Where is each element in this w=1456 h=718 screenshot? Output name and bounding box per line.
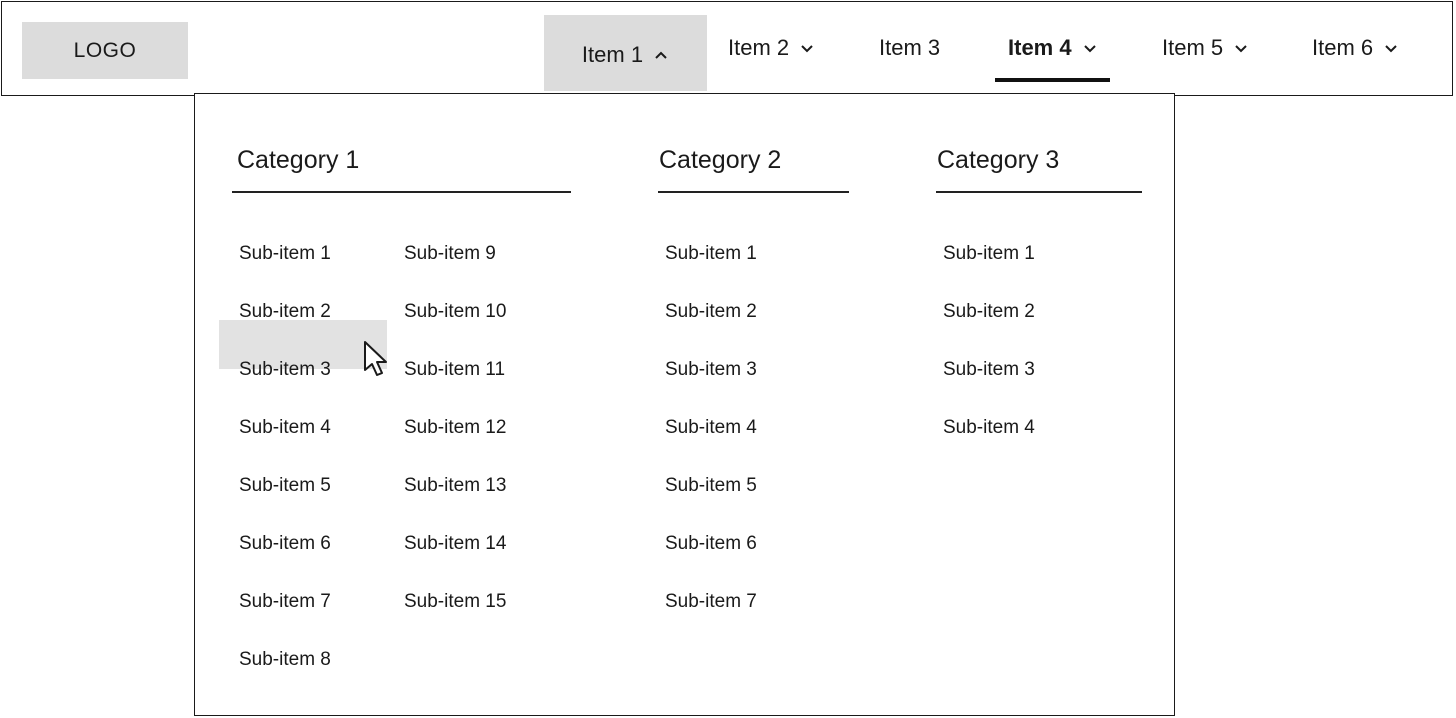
category-2: Category 2 (654, 140, 781, 180)
list-item[interactable]: Sub-item 10 (398, 254, 506, 322)
category-2-column-1: Sub-item 1 Sub-item 2 Sub-item 3 Sub-ite… (659, 225, 757, 631)
nav-item-5-label: Item 5 (1162, 35, 1224, 60)
nav-item-4[interactable]: Item 4 (995, 2, 1110, 94)
nav-item-3[interactable]: Item 3 (879, 2, 940, 94)
category-divider (936, 191, 1142, 193)
list-item[interactable]: Sub-item 9 (398, 196, 506, 264)
list-item[interactable]: Sub-item 1 (937, 196, 1035, 264)
nav-item-5[interactable]: Item 5 (1162, 2, 1249, 94)
nav-item-1-label: Item 1 (581, 41, 644, 67)
nav-item-2[interactable]: Item 2 (728, 2, 815, 94)
list-item[interactable]: Sub-item 1 (233, 196, 331, 264)
list-item[interactable]: Sub-item 8 (233, 602, 331, 670)
list-item[interactable]: Sub-item 4 (659, 370, 757, 438)
list-item[interactable]: Sub-item 12 (398, 370, 506, 438)
list-item[interactable]: Sub-item 3 (937, 312, 1035, 380)
category-title: Category 1 (237, 146, 360, 174)
list-item[interactable]: Sub-item 13 (398, 428, 506, 496)
list-item[interactable]: Sub-item 6 (233, 486, 331, 554)
category-divider (232, 191, 571, 193)
list-item[interactable]: Sub-item 7 (659, 544, 757, 612)
chevron-down-icon (799, 40, 815, 56)
chevron-down-icon (1233, 40, 1249, 56)
list-item[interactable]: Sub-item 2 (659, 254, 757, 322)
list-item[interactable]: Sub-item 6 (659, 486, 757, 554)
logo[interactable]: LOGO (22, 22, 188, 79)
logo-label: LOGO (73, 38, 137, 62)
chevron-down-icon (1383, 40, 1399, 56)
category-1-column-2: Sub-item 9 Sub-item 10 Sub-item 11 Sub-i… (398, 225, 506, 631)
nav-item-6[interactable]: Item 6 (1312, 2, 1399, 94)
nav-item-1[interactable]: Item 1 (544, 15, 707, 91)
category-3: Category 3 (932, 140, 1059, 180)
mouse-pointer-icon (363, 340, 389, 378)
list-item[interactable]: Sub-item 2 (937, 254, 1035, 322)
list-item[interactable]: Sub-item 3 (659, 312, 757, 380)
category-title: Category 2 (659, 146, 782, 174)
dropdown-menu: Category 1 Sub-item 1 Sub-item 2 Sub-ite… (194, 93, 1175, 716)
list-item[interactable]: Sub-item 1 (659, 196, 757, 264)
active-underline (995, 78, 1110, 82)
list-item[interactable]: Sub-item 5 (233, 428, 331, 496)
nav-item-3-label: Item 3 (879, 35, 941, 60)
category-divider (658, 191, 849, 193)
list-item[interactable]: Sub-item 14 (398, 486, 506, 554)
list-item[interactable]: Sub-item 4 (233, 370, 331, 438)
category-1-column-1: Sub-item 1 Sub-item 2 Sub-item 3 Sub-ite… (219, 225, 387, 689)
list-item-hovered[interactable]: Sub-item 3 (219, 312, 387, 380)
list-item[interactable]: Sub-item 4 (937, 370, 1035, 438)
list-item[interactable]: Sub-item 7 (233, 544, 331, 612)
list-item[interactable]: Sub-item 11 (398, 312, 506, 380)
chevron-up-icon (653, 47, 669, 63)
nav-item-4-label: Item 4 (1008, 35, 1072, 60)
page: LOGO Item 1 Item 2 Item 3 Item 4 Item 5 (0, 0, 1456, 718)
nav-item-2-label: Item 2 (728, 35, 790, 60)
list-item[interactable]: Sub-item 2 (233, 254, 331, 322)
nav-item-6-label: Item 6 (1312, 35, 1374, 60)
top-navbar: LOGO Item 1 Item 2 Item 3 Item 4 Item 5 (1, 1, 1453, 96)
category-title: Category 3 (937, 146, 1060, 174)
category-1: Category 1 (232, 140, 359, 180)
list-item[interactable]: Sub-item 15 (398, 544, 506, 612)
chevron-down-icon (1082, 40, 1098, 56)
list-item[interactable]: Sub-item 5 (659, 428, 757, 496)
category-3-column-1: Sub-item 1 Sub-item 2 Sub-item 3 Sub-ite… (937, 225, 1035, 457)
